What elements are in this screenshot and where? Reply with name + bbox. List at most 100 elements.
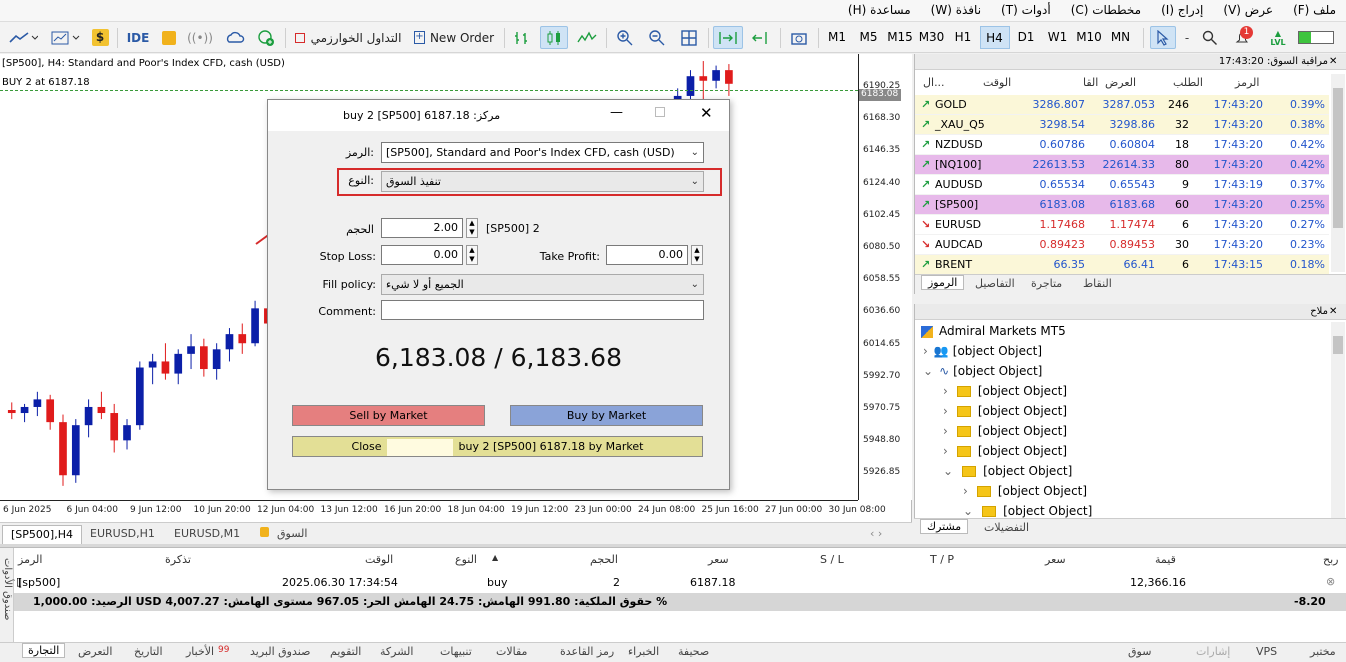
- menu-item-0[interactable]: ملف (F): [1283, 0, 1346, 17]
- market-watch-row[interactable]: ↗ 0.18% 17:43:15 6 66.41 66.35 BRENT: [915, 255, 1329, 275]
- vps-button[interactable]: [222, 26, 248, 49]
- level-indicator[interactable]: ▲ LVL: [1268, 26, 1288, 49]
- algo-trading-button[interactable]: التداول الخوارزمي: [292, 26, 404, 49]
- toolbox-tab-3[interactable]: الأخبار: [186, 645, 214, 658]
- menu-item-3[interactable]: مخططات (C): [1061, 0, 1151, 17]
- crosshair-button[interactable]: -: [1180, 26, 1194, 49]
- timeframe-h4[interactable]: H4: [979, 26, 1010, 49]
- navigator-item[interactable]: › [object Object]: [943, 381, 1067, 401]
- market-watch-row[interactable]: ↗ 0.38% 17:43:20 32 3298.86 3298.54 _XAU_Q5: [915, 115, 1329, 135]
- market-watch-row[interactable]: ↗ 0.42% 17:43:20 80 22614.33 22613.53 [NQ100]: [915, 155, 1329, 175]
- profiles-button[interactable]: [46, 26, 84, 49]
- timeframe-mn[interactable]: MN: [1106, 26, 1136, 49]
- positions-col-header[interactable]: سعر: [1045, 553, 1066, 566]
- comment-input[interactable]: [381, 300, 704, 320]
- fill-policy-select[interactable]: الجميع أو لا شيء ⌄: [381, 274, 704, 295]
- take-profit-stepper[interactable]: ▲ ▼: [691, 245, 703, 265]
- maximize-button[interactable]: [655, 107, 665, 117]
- toolbox-tab-8[interactable]: مقالات: [496, 645, 527, 658]
- menu-item-6[interactable]: مساعدة (H): [838, 0, 921, 17]
- menu-item-5[interactable]: نافذة (W): [921, 0, 991, 17]
- chevron-right-icon[interactable]: ›: [943, 384, 948, 398]
- close-position-button[interactable]: Close buy 2 [SP500] 6187.18 by Market: [292, 436, 703, 457]
- mw-tab-2[interactable]: متاجرة: [1031, 277, 1062, 290]
- community-button[interactable]: [254, 26, 278, 49]
- positions-col-header[interactable]: T / P: [930, 553, 954, 566]
- close-position-icon[interactable]: ⊗: [1326, 575, 1335, 588]
- timeframe-h1[interactable]: H1: [948, 26, 978, 49]
- mw-tab-3[interactable]: النقاط: [1083, 277, 1112, 290]
- signals-button[interactable]: ((•)): [187, 26, 213, 49]
- toolbox-tab-11[interactable]: صحيفة: [678, 645, 709, 658]
- positions-col-header[interactable]: تذكرة: [165, 553, 191, 566]
- positions-col-header[interactable]: S / L: [820, 553, 844, 566]
- navigator-tab-1[interactable]: التفضيلات: [984, 521, 1029, 534]
- cursor-button[interactable]: [1150, 26, 1176, 49]
- menu-item-2[interactable]: إدراج (I): [1151, 0, 1213, 17]
- market-button[interactable]: [158, 26, 180, 49]
- navigator-item[interactable]: › [object Object]: [943, 421, 1067, 441]
- close-icon[interactable]: ✕: [1329, 54, 1337, 70]
- timeframe-w1[interactable]: W1: [1043, 26, 1073, 49]
- take-profit-input[interactable]: 0.00: [606, 245, 688, 265]
- tab-eurusd-h1[interactable]: EURUSD,H1: [82, 525, 163, 544]
- sell-by-market-button[interactable]: Sell by Market: [292, 405, 485, 426]
- ide-button[interactable]: IDE: [122, 26, 154, 49]
- mw-col-header[interactable]: الوقت: [983, 76, 1011, 89]
- menu-item-4[interactable]: أدوات (T): [991, 0, 1061, 17]
- toolbox-tab-7[interactable]: تنبيهات: [440, 645, 472, 658]
- navigator-item[interactable]: ⌄ ∿ [object Object]: [923, 361, 1042, 381]
- tab-market[interactable]: السوق: [252, 525, 315, 544]
- new-order-button[interactable]: + New Order: [410, 26, 498, 49]
- volume-stepper[interactable]: ▲ ▼: [466, 218, 478, 238]
- navigator-item[interactable]: › [object Object]: [943, 441, 1067, 461]
- autoscroll-button[interactable]: [713, 26, 743, 49]
- deposit-button[interactable]: $: [88, 26, 112, 49]
- market-watch-row[interactable]: ↗ 0.39% 17:43:20 246 3287.053 3286.807 GOLD: [915, 95, 1329, 115]
- positions-col-header[interactable]: قيمة: [1155, 553, 1176, 566]
- chart-shift-button[interactable]: [747, 26, 773, 49]
- type-select[interactable]: تنفيذ السوق ⌄: [381, 171, 704, 192]
- navigator-scrollbar[interactable]: [1331, 322, 1345, 518]
- new-chart-button[interactable]: [4, 26, 42, 49]
- chevron-down-icon[interactable]: ⌄: [943, 464, 953, 478]
- toolbox-right-tab-1[interactable]: إشارات: [1196, 645, 1230, 658]
- notifications-button[interactable]: 1: [1228, 26, 1256, 49]
- search-button[interactable]: [1198, 26, 1222, 49]
- toolbox-tab-9[interactable]: رمز القاعدة: [560, 645, 614, 658]
- stop-loss-stepper[interactable]: ▲ ▼: [466, 245, 478, 265]
- timeframe-m15[interactable]: M15: [885, 26, 915, 49]
- zoom-out-button[interactable]: [644, 26, 670, 49]
- toolbox-tab-6[interactable]: الشركة: [380, 645, 413, 658]
- zoom-in-button[interactable]: [612, 26, 638, 49]
- chevron-down-icon[interactable]: ⌄: [963, 504, 973, 518]
- screenshot-button[interactable]: [786, 26, 812, 49]
- candles-button[interactable]: [540, 26, 568, 49]
- mw-col-header[interactable]: الطلب: [1173, 76, 1203, 89]
- buy-by-market-button[interactable]: Buy by Market: [510, 405, 703, 426]
- chevron-right-icon[interactable]: ›: [943, 424, 948, 438]
- positions-col-header[interactable]: الرمز: [18, 553, 42, 566]
- timeframe-m10[interactable]: M10: [1074, 26, 1104, 49]
- navigator-item[interactable]: › 👥 [object Object]: [923, 341, 1042, 361]
- tab-eurusd-m1[interactable]: EURUSD,M1: [166, 525, 248, 544]
- volume-input[interactable]: 2.00: [381, 218, 463, 238]
- position-dialog[interactable]: مركز: buy 2 [SP500] 6187.18 — ✕ الرمز: […: [267, 99, 730, 490]
- timeframe-d1[interactable]: D1: [1011, 26, 1041, 49]
- mw-col-header[interactable]: العرض: [1105, 76, 1136, 89]
- position-line[interactable]: [0, 90, 858, 91]
- positions-col-header[interactable]: النوع: [455, 553, 477, 566]
- toolbox-tab-4[interactable]: صندوق البريد: [250, 645, 310, 658]
- menu-item-1[interactable]: عرض (V): [1213, 0, 1283, 17]
- toolbox-tab-0[interactable]: التجارة: [22, 643, 66, 658]
- market-watch-row[interactable]: ↘ 0.27% 17:43:20 6 1.17474 1.17468 EURUSD: [915, 215, 1329, 235]
- close-icon[interactable]: ✕: [1329, 304, 1337, 320]
- market-watch-row[interactable]: ↗ 0.42% 17:43:20 18 0.60804 0.60786 NZDUSD: [915, 135, 1329, 155]
- toolbox-right-tab-2[interactable]: VPS: [1256, 645, 1277, 658]
- toolbox-right-tab-3[interactable]: مختبر: [1310, 645, 1336, 658]
- mw-col-header[interactable]: الرمز: [1235, 76, 1259, 89]
- timeframe-m30[interactable]: M30: [917, 26, 947, 49]
- navigator-item[interactable]: › [object Object]: [963, 481, 1087, 501]
- navigator-item[interactable]: › [object Object]: [943, 401, 1067, 421]
- chevron-down-icon[interactable]: ⌄: [923, 364, 933, 378]
